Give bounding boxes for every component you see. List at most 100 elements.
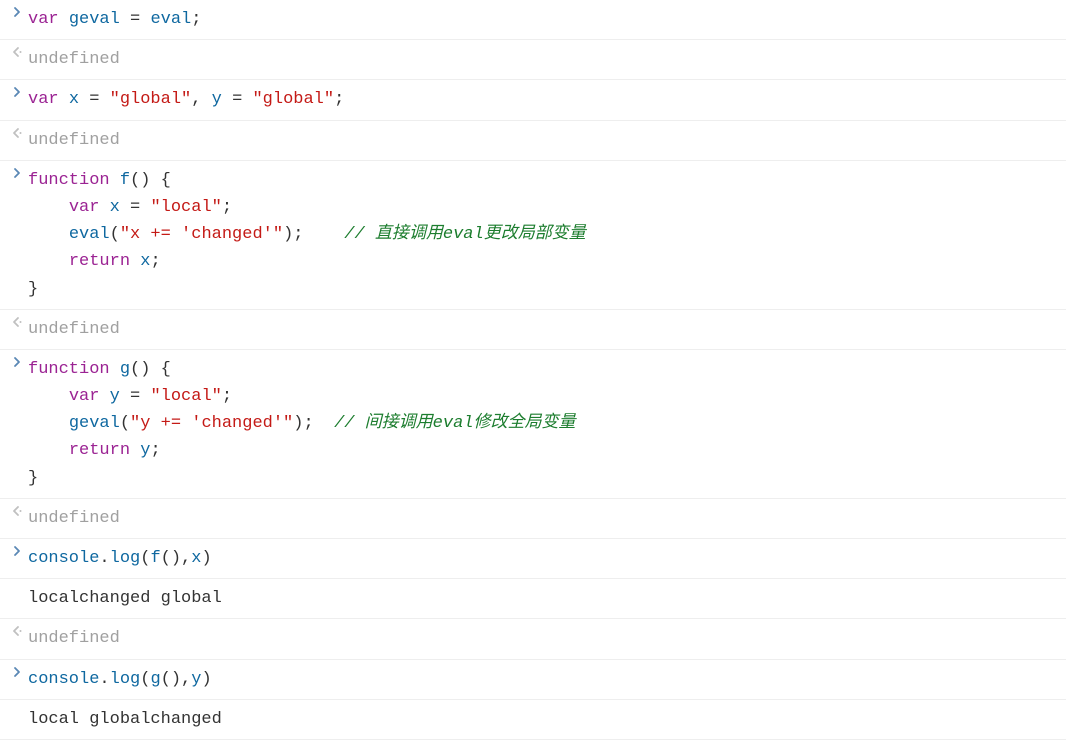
code-token	[28, 198, 69, 217]
code-token: eval	[150, 10, 191, 29]
code-token	[130, 252, 140, 271]
code-token	[99, 198, 109, 217]
input-chevron-icon	[6, 84, 28, 98]
code-token: ;	[150, 441, 160, 460]
code-token	[130, 441, 140, 460]
code-token	[150, 171, 160, 190]
code-token: );	[283, 225, 303, 244]
code-token: );	[293, 414, 313, 433]
code-token	[120, 10, 130, 29]
code-token	[99, 387, 109, 406]
input-chevron-icon	[6, 165, 28, 179]
code-token: f	[120, 171, 130, 190]
console-output-undefined: undefined	[28, 125, 1066, 156]
code-token: ;	[191, 10, 201, 29]
code-token: geval	[69, 414, 120, 433]
code-token: ;	[150, 252, 160, 271]
code-token: ()	[130, 360, 150, 379]
code-token: )	[201, 549, 211, 568]
code-token: var	[28, 90, 59, 109]
code-token: (	[140, 670, 150, 689]
console-row[interactable]: local globalchanged	[0, 700, 1066, 740]
code-token: function	[28, 360, 110, 379]
console-row[interactable]: undefined	[0, 121, 1066, 161]
code-token: =	[130, 387, 140, 406]
code-token: console	[28, 549, 99, 568]
console-input: function f() { var x = "local"; eval("x …	[28, 165, 1066, 305]
input-chevron-icon	[6, 543, 28, 557]
code-token: {	[161, 171, 171, 190]
console-row[interactable]: undefined	[0, 310, 1066, 350]
code-token: x	[110, 198, 120, 217]
output-chevron-icon	[6, 314, 28, 328]
code-token: ;	[222, 198, 232, 217]
code-token	[314, 414, 334, 433]
code-token	[140, 198, 150, 217]
console-row[interactable]: var geval = eval;	[0, 0, 1066, 40]
code-token: return	[69, 252, 130, 271]
code-token: }	[28, 280, 38, 299]
code-token	[303, 225, 344, 244]
code-token: =	[89, 90, 99, 109]
code-token: (),	[161, 670, 192, 689]
code-token: "local"	[150, 387, 221, 406]
code-token	[28, 225, 69, 244]
console-panel[interactable]: var geval = eval;undefinedvar x = "globa…	[0, 0, 1066, 740]
code-token: (	[110, 225, 120, 244]
code-token	[242, 90, 252, 109]
console-input: var geval = eval;	[28, 4, 1066, 35]
console-log-output: localchanged global	[28, 583, 1066, 614]
code-token: // 间接调用eval修改全局变量	[334, 414, 575, 433]
console-row[interactable]: var x = "global", y = "global";	[0, 80, 1066, 120]
code-token: y	[140, 441, 150, 460]
code-token	[140, 10, 150, 29]
console-row[interactable]: console.log(g(),y)	[0, 660, 1066, 700]
code-token: log	[110, 549, 141, 568]
code-token: (	[120, 414, 130, 433]
code-token	[28, 414, 69, 433]
code-token	[222, 90, 232, 109]
code-token	[28, 441, 69, 460]
code-token: // 直接调用eval更改局部变量	[344, 225, 585, 244]
code-token: g	[150, 670, 160, 689]
code-token: y	[212, 90, 222, 109]
console-row[interactable]: function g() { var y = "local"; geval("y…	[0, 350, 1066, 499]
code-token: f	[150, 549, 160, 568]
code-token	[120, 198, 130, 217]
code-token	[110, 171, 120, 190]
code-token	[140, 387, 150, 406]
code-token: log	[110, 670, 141, 689]
code-token	[110, 360, 120, 379]
console-row[interactable]: undefined	[0, 499, 1066, 539]
code-token: "local"	[150, 198, 221, 217]
code-token: x	[140, 252, 150, 271]
code-token	[201, 90, 211, 109]
code-token: var	[69, 387, 100, 406]
code-token: g	[120, 360, 130, 379]
code-token: return	[69, 441, 130, 460]
console-row[interactable]: undefined	[0, 619, 1066, 659]
code-token	[79, 90, 89, 109]
code-token: x	[69, 90, 79, 109]
code-token	[28, 252, 69, 271]
code-token: x	[191, 549, 201, 568]
code-token: y	[110, 387, 120, 406]
code-token	[59, 10, 69, 29]
log-blank-gutter	[6, 583, 28, 585]
code-token	[28, 387, 69, 406]
console-row[interactable]: localchanged global	[0, 579, 1066, 619]
log-blank-gutter	[6, 704, 28, 706]
console-row[interactable]: undefined	[0, 40, 1066, 80]
code-token: =	[130, 10, 140, 29]
console-input: function g() { var y = "local"; geval("y…	[28, 354, 1066, 494]
input-chevron-icon	[6, 354, 28, 368]
input-chevron-icon	[6, 664, 28, 678]
code-token: eval	[69, 225, 110, 244]
code-token: ;	[334, 90, 344, 109]
code-token: console	[28, 670, 99, 689]
code-token: "y += 'changed'"	[130, 414, 293, 433]
console-output-undefined: undefined	[28, 623, 1066, 654]
console-row[interactable]: function f() { var x = "local"; eval("x …	[0, 161, 1066, 310]
console-row[interactable]: console.log(f(),x)	[0, 539, 1066, 579]
output-chevron-icon	[6, 44, 28, 58]
